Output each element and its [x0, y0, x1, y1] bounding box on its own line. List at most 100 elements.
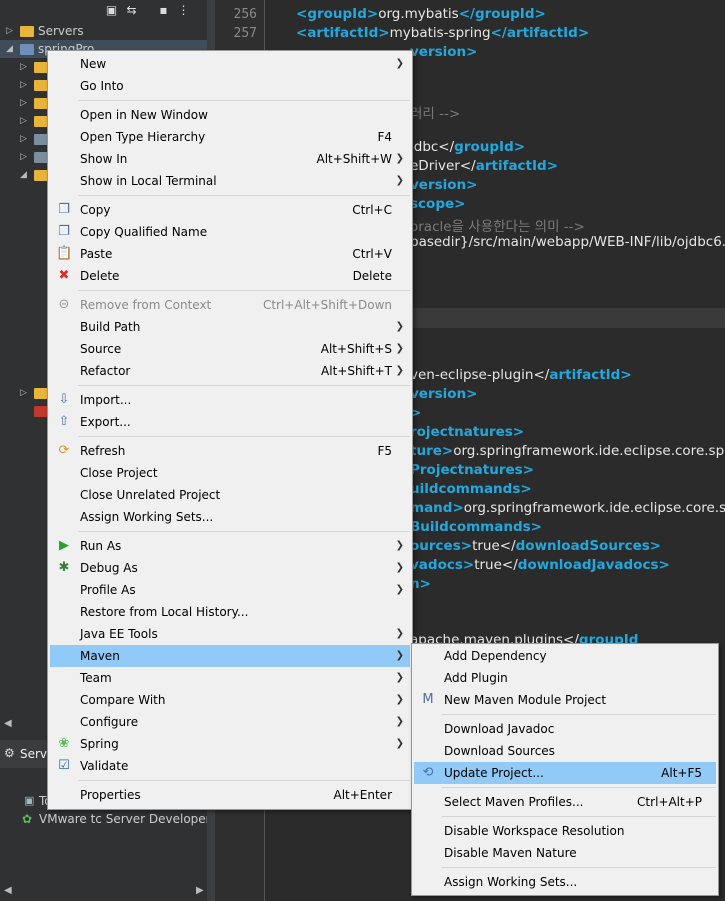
- menu-item-export[interactable]: ⇧ Export...: [50, 411, 410, 433]
- expand-arrow-icon[interactable]: ▷: [6, 22, 16, 40]
- menu-item-label: Delete: [80, 269, 120, 283]
- link-editor-icon[interactable]: ⇆: [124, 3, 139, 18]
- code-line: oracle을 사용한다는 의미 -->: [410, 219, 585, 235]
- menu-item-new[interactable]: New ❯: [50, 53, 410, 75]
- menu-item-assign-working-sets[interactable]: Assign Working Sets...: [414, 871, 716, 893]
- explorer-toolbar: ▣ ⇆ ▪ ⋮: [0, 0, 210, 22]
- menu-item-refactor[interactable]: Refactor Alt+Shift+T ❯: [50, 360, 410, 382]
- menu-item-new-maven-module-project[interactable]: M New Maven Module Project: [414, 689, 716, 711]
- menu-item-profile-as[interactable]: Profile As ❯: [50, 579, 410, 601]
- menu-item-paste[interactable]: 📋 Paste Ctrl+V: [50, 243, 410, 265]
- collapse-arrow-icon[interactable]: ◢: [20, 166, 30, 184]
- menu-item-maven[interactable]: Maven ❯: [50, 645, 410, 667]
- menu-item-label: Add Plugin: [444, 671, 508, 685]
- paste-icon: 📋: [56, 246, 73, 261]
- menu-item-import[interactable]: ⇩ Import...: [50, 389, 410, 411]
- menu-item-build-path[interactable]: Build Path ❯: [50, 316, 410, 338]
- expand-arrow-icon[interactable]: ▷: [20, 76, 30, 94]
- menu-item-disable-maven-nature[interactable]: Disable Maven Nature: [414, 842, 716, 864]
- menu-item-properties[interactable]: Properties Alt+Enter: [50, 784, 410, 806]
- expand-arrow-icon[interactable]: ▷: [20, 58, 30, 76]
- code-line: <groupId>org.mybatis</groupId>: [296, 6, 546, 22]
- menu-item-configure[interactable]: Configure ❯: [50, 711, 410, 733]
- server-item[interactable]: ✿ VMware tc Server Developer Ed: [0, 810, 230, 828]
- menu-item-shortcut: Alt+Shift+T: [321, 364, 392, 378]
- menu-item-shortcut: F5: [377, 444, 392, 458]
- view-menu-icon[interactable]: ⋮: [176, 3, 191, 18]
- menu-item-delete[interactable]: ✖ Delete Delete: [50, 265, 410, 287]
- menu-item-disable-workspace-resolution[interactable]: Disable Workspace Resolution: [414, 820, 716, 842]
- folder-icon: [34, 80, 48, 91]
- menu-item-add-dependency[interactable]: Add Dependency: [414, 645, 716, 667]
- submenu-arrow-icon: ❯: [395, 650, 404, 661]
- menu-item-show-in-local-terminal[interactable]: Show in Local Terminal ❯: [50, 170, 410, 192]
- menu-item-run-as[interactable]: ▶ Run As ❯: [50, 535, 410, 557]
- menu-item-download-sources[interactable]: Download Sources: [414, 740, 716, 762]
- menu-item-assign-working-sets[interactable]: Assign Working Sets...: [50, 506, 410, 528]
- menu-item-debug-as[interactable]: ✱ Debug As ❯: [50, 557, 410, 579]
- tab-servers[interactable]: Serv: [20, 747, 47, 761]
- menu-item-label: Profile As: [80, 583, 136, 597]
- menu-item-java-ee-tools[interactable]: Java EE Tools ❯: [50, 623, 410, 645]
- focus-icon[interactable]: ▪: [156, 3, 171, 18]
- menu-item-label: Compare With: [80, 693, 166, 707]
- menu-item-show-in[interactable]: Show In Alt+Shift+W ❯: [50, 148, 410, 170]
- folder-icon: [34, 170, 48, 181]
- code-line: eDriver</artifactId>: [410, 158, 559, 174]
- expand-arrow-icon[interactable]: ▷: [20, 130, 30, 148]
- menu-item-add-plugin[interactable]: Add Plugin: [414, 667, 716, 689]
- menu-item-remove-from-context[interactable]: ⊝ Remove from Context Ctrl+Alt+Shift+Down: [50, 294, 410, 316]
- tree-item-servers[interactable]: ▷ Servers: [0, 22, 210, 40]
- menu-separator: [78, 195, 410, 196]
- expand-arrow-icon[interactable]: ▷: [20, 384, 30, 402]
- menu-item-go-into[interactable]: Go Into: [50, 75, 410, 97]
- scroll-right-icon[interactable]: ▶: [196, 885, 204, 896]
- menu-item-copy[interactable]: ❐ Copy Ctrl+C: [50, 199, 410, 221]
- menu-item-update-project[interactable]: ⟲ Update Project... Alt+F5: [414, 762, 716, 784]
- menu-separator: [442, 714, 716, 715]
- menu-item-download-javadoc[interactable]: Download Javadoc: [414, 718, 716, 740]
- menu-item-label: New: [80, 57, 107, 71]
- code-line: scope>: [410, 196, 466, 212]
- folder-icon: [34, 388, 48, 399]
- menu-item-compare-with[interactable]: Compare With ❯: [50, 689, 410, 711]
- expand-arrow-icon[interactable]: ▷: [20, 94, 30, 112]
- folder-icon: [34, 62, 48, 73]
- menu-item-label: Import...: [80, 393, 132, 407]
- collapse-arrow-icon[interactable]: ◢: [6, 40, 16, 58]
- menu-item-spring[interactable]: ❀ Spring ❯: [50, 733, 410, 755]
- menu-item-close-project[interactable]: Close Project: [50, 462, 410, 484]
- scroll-left-icon[interactable]: ◀: [4, 718, 12, 729]
- menu-item-label: Configure: [80, 715, 139, 729]
- menu-item-label: Run As: [80, 539, 122, 553]
- menu-item-label: Download Sources: [444, 744, 555, 758]
- menu-item-label: Download Javadoc: [444, 722, 555, 736]
- menu-item-team[interactable]: Team ❯: [50, 667, 410, 689]
- code-line: rojectnatures>: [410, 424, 525, 440]
- menu-item-validate[interactable]: ☑ Validate: [50, 755, 410, 777]
- expand-arrow-icon[interactable]: ▷: [20, 148, 30, 166]
- menu-item-label: Paste: [80, 247, 113, 261]
- pom-file-icon: [34, 406, 48, 417]
- collapse-all-icon[interactable]: ▣: [104, 3, 119, 18]
- menu-item-close-unrelated-project[interactable]: Close Unrelated Project: [50, 484, 410, 506]
- menu-item-refresh[interactable]: ⟳ Refresh F5: [50, 440, 410, 462]
- menu-item-label: Close Project: [80, 466, 158, 480]
- menu-item-label: Assign Working Sets...: [444, 875, 578, 889]
- menu-item-open-type-hierarchy[interactable]: Open Type Hierarchy F4: [50, 126, 410, 148]
- menu-item-label: Refresh: [80, 444, 126, 458]
- code-line: jdbc</groupId>: [410, 139, 526, 155]
- submenu-arrow-icon: ❯: [395, 58, 404, 69]
- submenu-arrow-icon: ❯: [395, 716, 404, 727]
- menu-separator: [78, 531, 410, 532]
- menu-item-select-maven-profiles[interactable]: Select Maven Profiles... Ctrl+Alt+P: [414, 791, 716, 813]
- menu-item-source[interactable]: Source Alt+Shift+S ❯: [50, 338, 410, 360]
- vmware-server-icon: ✿: [22, 812, 33, 826]
- menu-item-label: Disable Maven Nature: [444, 846, 577, 860]
- servers-hscrollbar[interactable]: ◀ ▶: [0, 884, 210, 901]
- scroll-left-icon[interactable]: ◀: [4, 885, 12, 896]
- menu-item-copy-qualified-name[interactable]: ❐ Copy Qualified Name: [50, 221, 410, 243]
- menu-item-restore-from-local-history[interactable]: Restore from Local History...: [50, 601, 410, 623]
- expand-arrow-icon[interactable]: ▷: [20, 112, 30, 130]
- menu-item-open-in-new-window[interactable]: Open in New Window: [50, 104, 410, 126]
